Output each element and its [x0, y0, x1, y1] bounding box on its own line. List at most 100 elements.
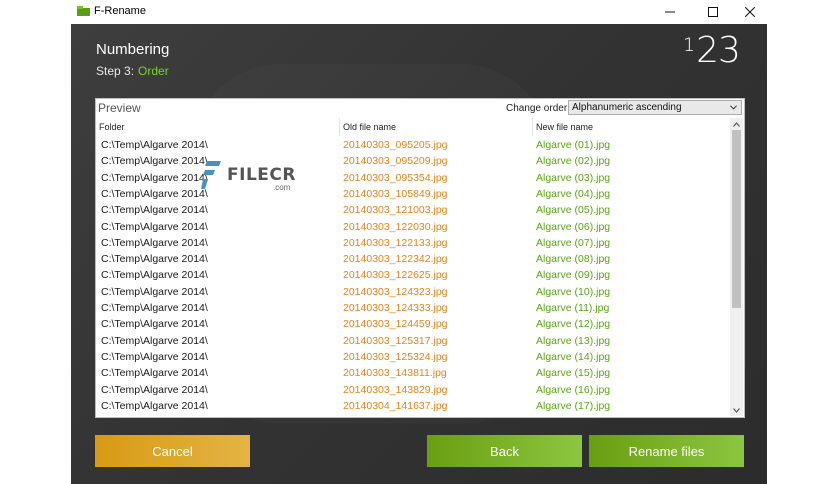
row-old-name: 20140303_105849.jpg: [343, 187, 448, 200]
row-new-name: Algarve (04).jpg: [536, 187, 611, 200]
scrollbar-thumb[interactable]: [732, 130, 741, 308]
back-button[interactable]: Back: [427, 435, 582, 467]
row-old-name: 20140303_122133.jpg: [343, 236, 448, 249]
row-folder: C:\Temp\Algarve 2014\: [101, 318, 208, 331]
row-old-name: 20140303_122625.jpg: [343, 269, 448, 282]
row-folder: C:\Temp\Algarve 2014\: [101, 383, 208, 396]
title-bar[interactable]: F-Rename: [71, 0, 767, 24]
row-new-name: Algarve (06).jpg: [536, 220, 611, 233]
row-new-name: Algarve (14).jpg: [536, 350, 611, 363]
maximize-button[interactable]: [696, 0, 730, 24]
app-icon: [77, 6, 90, 16]
preview-rows: C:\Temp\Algarve 2014\ 20140303_095205.jpg…: [96, 137, 730, 416]
row-old-name: 20140303_124459.jpg: [343, 318, 448, 331]
table-row[interactable]: C:\Temp\Algarve 2014\ 20140303_124459.jpg…: [96, 316, 730, 332]
table-row[interactable]: C:\Temp\Algarve 2014\ 20140303_125324.jpg…: [96, 349, 730, 365]
table-row[interactable]: C:\Temp\Algarve 2014\ 20140303_125317.jpg…: [96, 333, 730, 349]
rename-files-button[interactable]: Rename files: [589, 435, 744, 467]
row-old-name: 20140303_143829.jpg: [343, 383, 448, 396]
row-old-name: 20140304_141637.jpg: [343, 399, 448, 412]
step-label: Step 3:: [96, 64, 135, 78]
scroll-up-button[interactable]: [730, 118, 743, 130]
table-row[interactable]: C:\Temp\Algarve 2014\ 20140303_122342.jpg…: [96, 251, 730, 267]
table-row[interactable]: C:\Temp\Algarve 2014\ 20140303_122625.jpg…: [96, 267, 730, 283]
column-header-new-name[interactable]: New file name: [532, 118, 730, 136]
row-new-name: Algarve (12).jpg: [536, 318, 611, 331]
row-new-name: Algarve (05).jpg: [536, 204, 611, 217]
row-folder: C:\Temp\Algarve 2014\: [101, 350, 208, 363]
change-order-value: Alphanumeric ascending: [572, 102, 682, 113]
preview-panel: Preview Change order: Alphanumeric ascen…: [95, 98, 745, 418]
vertical-scrollbar[interactable]: [730, 118, 743, 416]
scroll-down-button[interactable]: [730, 404, 743, 416]
table-row[interactable]: C:\Temp\Algarve 2014\ 20140303_121003.jpg…: [96, 202, 730, 218]
row-folder: C:\Temp\Algarve 2014\: [101, 302, 208, 314]
table-row[interactable]: C:\Temp\Algarve 2014\ 20140303_105849.jpg…: [96, 186, 730, 202]
row-old-name: 20140303_122342.jpg: [343, 253, 448, 266]
row-old-name: 20140303_125324.jpg: [343, 350, 448, 363]
page-title: Numbering: [96, 41, 170, 58]
row-folder: C:\Temp\Algarve 2014\: [101, 367, 208, 380]
row-old-name: 20140303_095209.jpg: [343, 155, 448, 168]
row-folder: C:\Temp\Algarve 2014\: [101, 139, 208, 151]
table-row[interactable]: C:\Temp\Algarve 2014\ 20140303_143829.jpg…: [96, 382, 730, 398]
row-old-name: 20140303_143811.jpg: [343, 367, 447, 380]
row-old-name: 20140303_124333.jpg: [343, 302, 448, 314]
step-badge: 123: [683, 30, 741, 71]
preview-label: Preview: [98, 101, 141, 115]
close-icon: [745, 7, 755, 17]
row-new-name: Algarve (11).jpg: [536, 302, 610, 314]
minimize-button[interactable]: [653, 0, 687, 24]
row-old-name: 20140303_125317.jpg: [343, 334, 448, 347]
close-button[interactable]: [733, 0, 767, 24]
row-folder: C:\Temp\Algarve 2014\: [101, 269, 208, 282]
row-new-name: Algarve (01).jpg: [536, 139, 611, 151]
minimize-icon: [665, 11, 675, 13]
row-old-name: 20140303_095354.jpg: [343, 171, 448, 184]
row-old-name: 20140303_095205.jpg: [343, 139, 448, 151]
table-row[interactable]: C:\Temp\Algarve 2014\ 20140304_141637.jpg…: [96, 398, 730, 414]
row-old-name: 20140303_121003.jpg: [343, 204, 448, 217]
step-badge-sup: 1: [683, 34, 695, 56]
row-new-name: Algarve (02).jpg: [536, 155, 611, 168]
preview-header: Preview Change order: Alphanumeric ascen…: [96, 99, 744, 117]
row-folder: C:\Temp\Algarve 2014\: [101, 204, 208, 217]
row-new-name: Algarve (13).jpg: [536, 334, 611, 347]
column-header-folder[interactable]: Folder: [96, 118, 339, 136]
change-order-select[interactable]: Alphanumeric ascending: [568, 100, 742, 115]
cancel-button[interactable]: Cancel: [95, 435, 250, 467]
table-row[interactable]: C:\Temp\Algarve 2014\ 20140303_143811.jpg…: [96, 365, 730, 381]
table-row[interactable]: C:\Temp\Algarve 2014\ 20140303_095354.jpg…: [96, 170, 730, 186]
step-indicator: Step 3: Order: [96, 64, 169, 78]
change-order-label: Change order:: [506, 103, 570, 114]
row-folder: C:\Temp\Algarve 2014\: [101, 334, 208, 347]
row-new-name: Algarve (15).jpg: [536, 367, 611, 380]
watermark: FILECR .com: [201, 160, 311, 192]
row-new-name: Algarve (09).jpg: [536, 269, 611, 282]
row-new-name: Algarve (16).jpg: [536, 383, 611, 396]
table-row[interactable]: C:\Temp\Algarve 2014\ 20140303_095205.jpg…: [96, 137, 730, 153]
row-new-name: Algarve (07).jpg: [536, 236, 611, 249]
watermark-text: FILECR: [227, 165, 296, 185]
chevron-down-icon: [733, 407, 740, 413]
row-old-name: 20140303_122030.jpg: [343, 220, 448, 233]
table-row[interactable]: C:\Temp\Algarve 2014\ 20140303_124333.jpg…: [96, 300, 730, 316]
step-name: Order: [138, 64, 169, 78]
row-old-name: 20140303_124323.jpg: [343, 285, 448, 298]
row-new-name: Algarve (03).jpg: [536, 171, 611, 184]
row-folder: C:\Temp\Algarve 2014\: [101, 253, 208, 266]
row-new-name: Algarve (10).jpg: [536, 285, 611, 298]
table-row[interactable]: C:\Temp\Algarve 2014\ 20140303_095209.jpg…: [96, 153, 730, 169]
wizard-content: Numbering Step 3: Order 123 Preview Chang…: [71, 24, 767, 484]
table-row[interactable]: C:\Temp\Algarve 2014\ 20140303_122133.jpg…: [96, 235, 730, 251]
column-header-old-name[interactable]: Old file name: [339, 118, 532, 136]
table-row[interactable]: C:\Temp\Algarve 2014\ 20140303_124323.jpg…: [96, 284, 730, 300]
step-badge-main: 23: [696, 30, 741, 71]
table-row[interactable]: C:\Temp\Algarve 2014\ 20140303_122030.jpg…: [96, 219, 730, 235]
row-folder: C:\Temp\Algarve 2014\: [101, 285, 208, 298]
app-window: F-Rename Numbering Step 3: Order 123 Prev…: [71, 0, 767, 484]
row-folder: C:\Temp\Algarve 2014\: [101, 236, 208, 249]
row-folder: C:\Temp\Algarve 2014\: [101, 155, 208, 168]
chevron-down-icon: [730, 105, 737, 110]
row-folder: C:\Temp\Algarve 2014\: [101, 399, 208, 412]
